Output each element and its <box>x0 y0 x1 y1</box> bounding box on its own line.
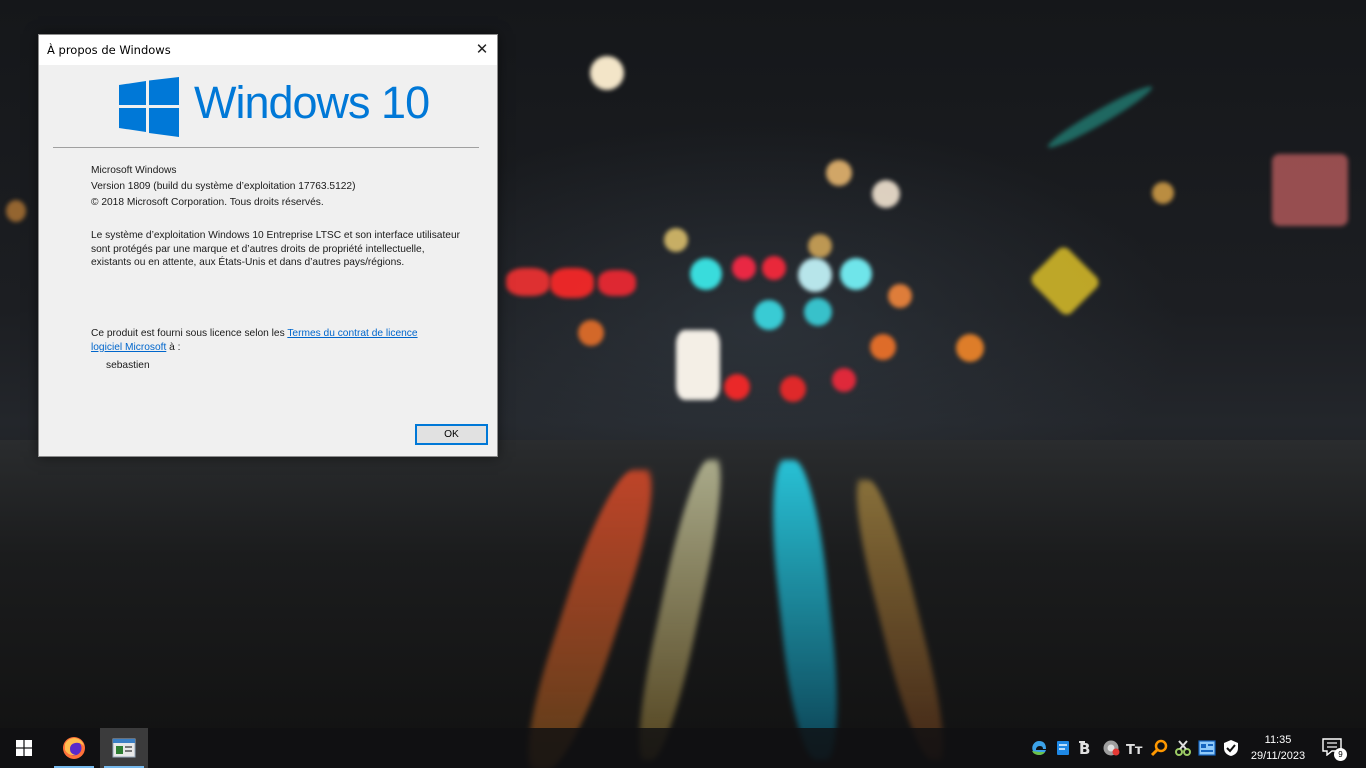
bokeh-light <box>808 234 832 258</box>
typora-icon[interactable]: B <box>1078 739 1096 757</box>
font-icon[interactable]: Tт <box>1126 739 1144 757</box>
bokeh-light <box>732 256 756 280</box>
files-icon[interactable] <box>1054 739 1072 757</box>
bokeh-light <box>780 376 806 402</box>
firefox-icon <box>63 737 85 759</box>
bokeh-light <box>590 56 624 90</box>
taskbar-app-about-windows[interactable] <box>100 728 148 768</box>
dialog-titlebar[interactable]: À propos de Windows ✕ <box>39 35 497 65</box>
licensed-user: sebastien <box>106 360 150 371</box>
app-window-icon[interactable] <box>1198 739 1216 757</box>
action-center-button[interactable]: 9 <box>1322 738 1348 761</box>
bokeh-light <box>888 284 912 308</box>
window-app-icon <box>112 738 136 758</box>
bokeh-light <box>754 300 784 330</box>
wallpaper-road-sign <box>1028 244 1102 318</box>
close-icon: ✕ <box>475 40 489 58</box>
bokeh-light <box>832 368 856 392</box>
bokeh-light <box>6 200 26 222</box>
svg-text:Tт: Tт <box>1126 743 1143 757</box>
license-prefix: Ce produit est fourni sous licence selon… <box>91 328 288 339</box>
ok-button[interactable]: OK <box>415 424 488 445</box>
dialog-title: À propos de Windows <box>47 43 171 57</box>
product-name: Microsoft Windows <box>91 165 177 176</box>
bokeh-light <box>840 258 872 290</box>
bokeh-light <box>506 268 550 296</box>
bokeh-light <box>550 268 594 298</box>
notification-count-badge: 9 <box>1334 748 1347 761</box>
bokeh-light <box>798 258 832 292</box>
bokeh-light <box>578 320 604 346</box>
bokeh-light <box>870 334 896 360</box>
bokeh-light <box>956 334 984 362</box>
windows-logo-icon <box>119 77 179 137</box>
chrome-icon[interactable] <box>1102 739 1120 757</box>
copyright-info: © 2018 Microsoft Corporation. Tous droit… <box>91 197 324 208</box>
bokeh-light <box>690 258 722 290</box>
clock-date: 29/11/2023 <box>1250 750 1306 762</box>
dialog-divider <box>53 147 479 148</box>
wallpaper-light-streak <box>1044 80 1156 154</box>
bokeh-light <box>724 374 750 400</box>
close-button[interactable]: ✕ <box>467 35 497 65</box>
legal-text: Le système d’exploitation Windows 10 Ent… <box>91 230 461 268</box>
license-statement: Ce produit est fourni sous licence selon… <box>91 327 451 354</box>
edge-icon[interactable] <box>1030 739 1048 757</box>
bokeh-light <box>872 180 900 208</box>
tools-icon[interactable] <box>1174 739 1192 757</box>
system-clock[interactable]: 11:35 29/11/2023 <box>1242 732 1314 764</box>
bokeh-light <box>762 256 786 280</box>
bokeh-light <box>804 298 832 326</box>
bokeh-light <box>598 270 636 296</box>
windows-logo-text: Windows 10 <box>194 77 430 128</box>
start-button[interactable] <box>0 728 48 768</box>
license-suffix: à : <box>166 341 181 353</box>
taskbar-app-firefox[interactable] <box>50 728 98 768</box>
bokeh-light <box>826 160 852 186</box>
shield-icon[interactable] <box>1222 739 1240 757</box>
windows-start-icon <box>16 740 32 756</box>
about-windows-dialog: À propos de Windows ✕ Windows 10 Microso… <box>38 34 498 457</box>
search-tool-icon[interactable] <box>1150 739 1168 757</box>
taskbar: B Tт 11:35 29/11/2023 9 <box>0 728 1366 768</box>
bokeh-light <box>1152 182 1174 204</box>
wallpaper-road-sign <box>1272 154 1348 226</box>
version-info: Version 1809 (build du système d’exploit… <box>91 181 356 192</box>
bokeh-light <box>664 228 688 252</box>
bokeh-light <box>676 330 720 400</box>
clock-time: 11:35 <box>1264 734 1292 746</box>
